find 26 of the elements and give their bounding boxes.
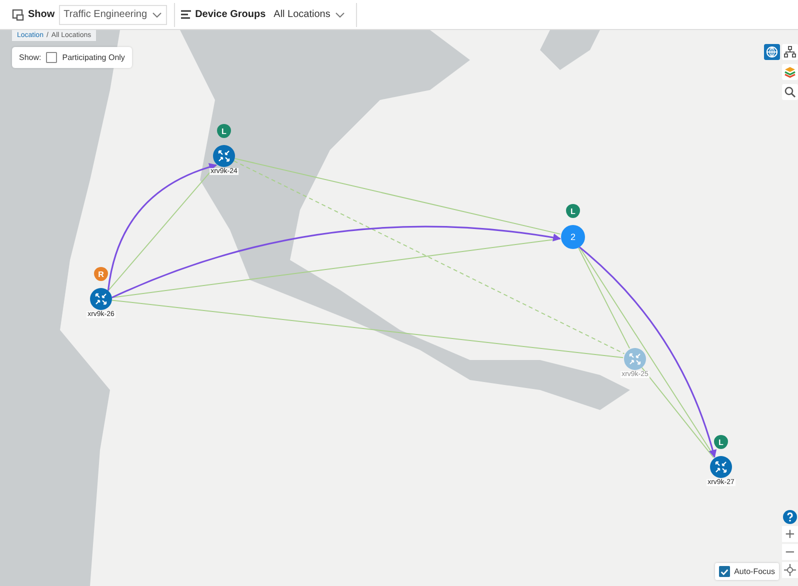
participating-only-label: Participating Only [62, 53, 125, 62]
zoom-button[interactable]: − [782, 544, 798, 560]
device-groups-label: Device Groups [195, 9, 266, 20]
pin-marker: R [94, 267, 108, 281]
layers-button[interactable] [782, 64, 798, 80]
help-icon[interactable] [783, 510, 797, 524]
auto-focus-label: Auto-Focus [734, 567, 775, 576]
recenter-button[interactable] [782, 562, 798, 578]
list-icon [181, 10, 192, 19]
router-icon[interactable] [710, 456, 732, 478]
auto-focus-checkbox[interactable] [719, 566, 730, 577]
filter-label: Show: [19, 53, 42, 62]
pin-marker: L [566, 204, 580, 218]
caret-icon [152, 12, 162, 18]
topology-button[interactable] [782, 44, 798, 60]
globe-button[interactable] [764, 44, 780, 60]
show-label: Show [28, 9, 55, 20]
show-dropdown[interactable]: Traffic Engineering [58, 4, 168, 24]
pin-marker: L [714, 435, 728, 449]
router-icon[interactable] [90, 288, 112, 310]
participating-checkbox[interactable] [46, 52, 58, 63]
search-button[interactable] [782, 84, 798, 100]
auto-focus-toggle[interactable]: Auto-Focus [715, 563, 779, 580]
display-icon [12, 8, 24, 20]
zoom-button[interactable]: + [782, 526, 798, 542]
caret-icon [335, 12, 346, 18]
